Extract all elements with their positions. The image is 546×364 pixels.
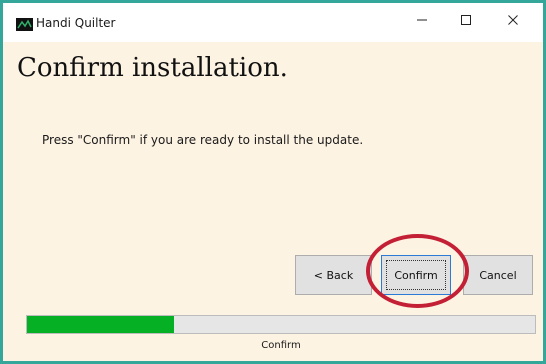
- cancel-button-label: Cancel: [479, 268, 517, 282]
- progress-step-label: Confirm: [261, 340, 301, 351]
- handi-quilter-app-icon: [16, 18, 33, 31]
- back-button-label: < Back: [313, 268, 354, 282]
- cancel-button[interactable]: Cancel: [463, 255, 533, 295]
- page-title: Confirm installation.: [17, 53, 288, 83]
- minimize-icon: [416, 13, 428, 31]
- window-title: Handi Quilter: [36, 16, 116, 30]
- back-button[interactable]: < Back: [295, 255, 372, 295]
- title-bar[interactable]: Handi Quilter: [3, 3, 543, 42]
- close-icon: [507, 13, 519, 31]
- maximize-button[interactable]: [446, 9, 486, 35]
- installer-window: Handi Quilter Confirm installation. Pres…: [0, 0, 546, 364]
- maximize-icon: [460, 13, 472, 31]
- progress-bar-fill: [27, 316, 175, 333]
- progress-bar: [26, 315, 536, 334]
- instruction-text: Press "Confirm" if you are ready to inst…: [42, 133, 364, 147]
- confirm-button[interactable]: Confirm: [381, 255, 451, 295]
- minimize-button[interactable]: [402, 9, 442, 35]
- close-button[interactable]: [493, 9, 533, 35]
- focus-rectangle: [386, 260, 446, 290]
